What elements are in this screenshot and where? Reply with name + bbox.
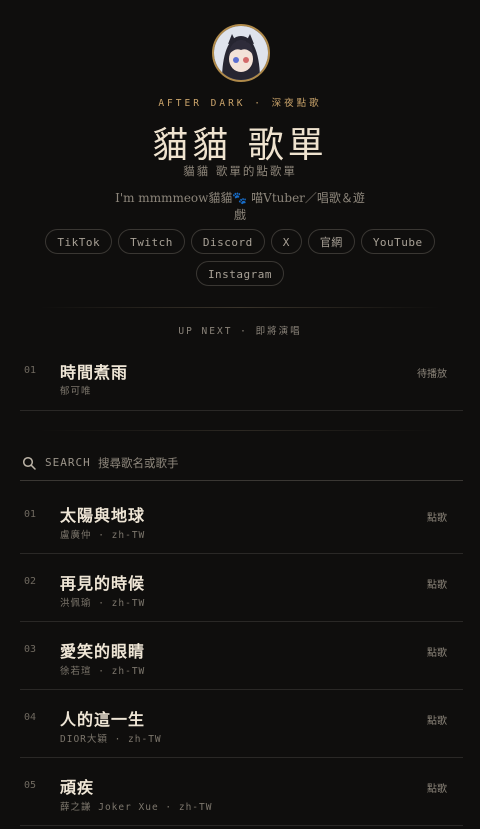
request-button[interactable]: 點歌: [427, 712, 447, 727]
request-button[interactable]: 點歌: [427, 576, 447, 591]
song-number: 05: [24, 780, 37, 791]
link-discord[interactable]: Discord: [190, 229, 265, 254]
link-official-site[interactable]: 官網: [307, 229, 355, 254]
up-next-artist: 郁可唯: [60, 386, 92, 397]
up-next-title: 時間煮雨: [60, 363, 129, 382]
song-row[interactable]: 01 太陽與地球 盧廣仲 · zh-TW 點歌: [20, 490, 463, 554]
song-number: 01: [24, 509, 37, 520]
song-number: 04: [24, 712, 37, 723]
link-tiktok[interactable]: TikTok: [45, 229, 113, 254]
request-button[interactable]: 點歌: [427, 780, 447, 795]
song-meta: 盧廣仲 · zh-TW: [60, 530, 146, 541]
up-next-status: 待播放: [417, 369, 447, 380]
song-row[interactable]: 02 再見的時候 洪佩瑜 · zh-TW 點歌: [20, 554, 463, 622]
divider: [40, 307, 440, 308]
song-title: 再見的時候: [60, 574, 146, 593]
song-meta: DIOR大穎 · zh-TW: [60, 734, 162, 745]
song-meta: 洪佩瑜 · zh-TW: [60, 598, 146, 609]
up-next-label: UP NEXT · 即將演唱: [178, 326, 302, 337]
search-bar: SEARCH: [20, 447, 463, 481]
search-input[interactable]: [96, 452, 450, 474]
song-title: 頑疾: [60, 778, 95, 797]
song-title: 愛笑的眼睛: [60, 642, 146, 661]
request-button[interactable]: 點歌: [427, 644, 447, 659]
request-button[interactable]: 點歌: [427, 509, 447, 524]
eyebrow-tagline: AFTER DARK · 深夜點歌: [158, 98, 322, 109]
link-instagram[interactable]: Instagram: [195, 261, 285, 286]
song-number: 03: [24, 644, 37, 655]
song-meta: 薛之謙 Joker Xue · zh-TW: [60, 802, 213, 813]
song-row[interactable]: 04 人的這一生 DIOR大穎 · zh-TW 點歌: [20, 690, 463, 758]
bio-text: I'm mmmmeow貓貓🐾 喵Vtuber／唱歌＆遊戲: [115, 191, 365, 222]
page-subtitle: 貓貓 歌單的點歌單: [183, 164, 297, 178]
song-title: 人的這一生: [60, 710, 146, 729]
song-title: 太陽與地球: [60, 506, 146, 525]
search-label: SEARCH: [45, 456, 91, 469]
song-meta: 徐若瑄 · zh-TW: [60, 666, 146, 677]
up-next-item: 01 時間煮雨 郁可唯 待播放: [20, 349, 463, 411]
social-links: TikTok Twitch Discord X 官網 YouTube Insta…: [40, 229, 440, 286]
divider: [40, 430, 440, 431]
song-row[interactable]: 05 頑疾 薛之謙 Joker Xue · zh-TW 點歌: [20, 758, 463, 826]
page-title: 貓貓 歌單: [152, 125, 328, 166]
up-next-number: 01: [24, 365, 37, 376]
avatar: [212, 24, 270, 82]
song-row[interactable]: 03 愛笑的眼睛 徐若瑄 · zh-TW 點歌: [20, 622, 463, 690]
link-x[interactable]: X: [270, 229, 302, 254]
link-twitch[interactable]: Twitch: [118, 229, 185, 254]
link-youtube[interactable]: YouTube: [360, 229, 435, 254]
search-icon: [22, 455, 36, 474]
song-number: 02: [24, 576, 37, 587]
page: AFTER DARK · 深夜點歌 貓貓 歌單 貓貓 歌單的點歌單 I'm mm…: [0, 0, 480, 829]
